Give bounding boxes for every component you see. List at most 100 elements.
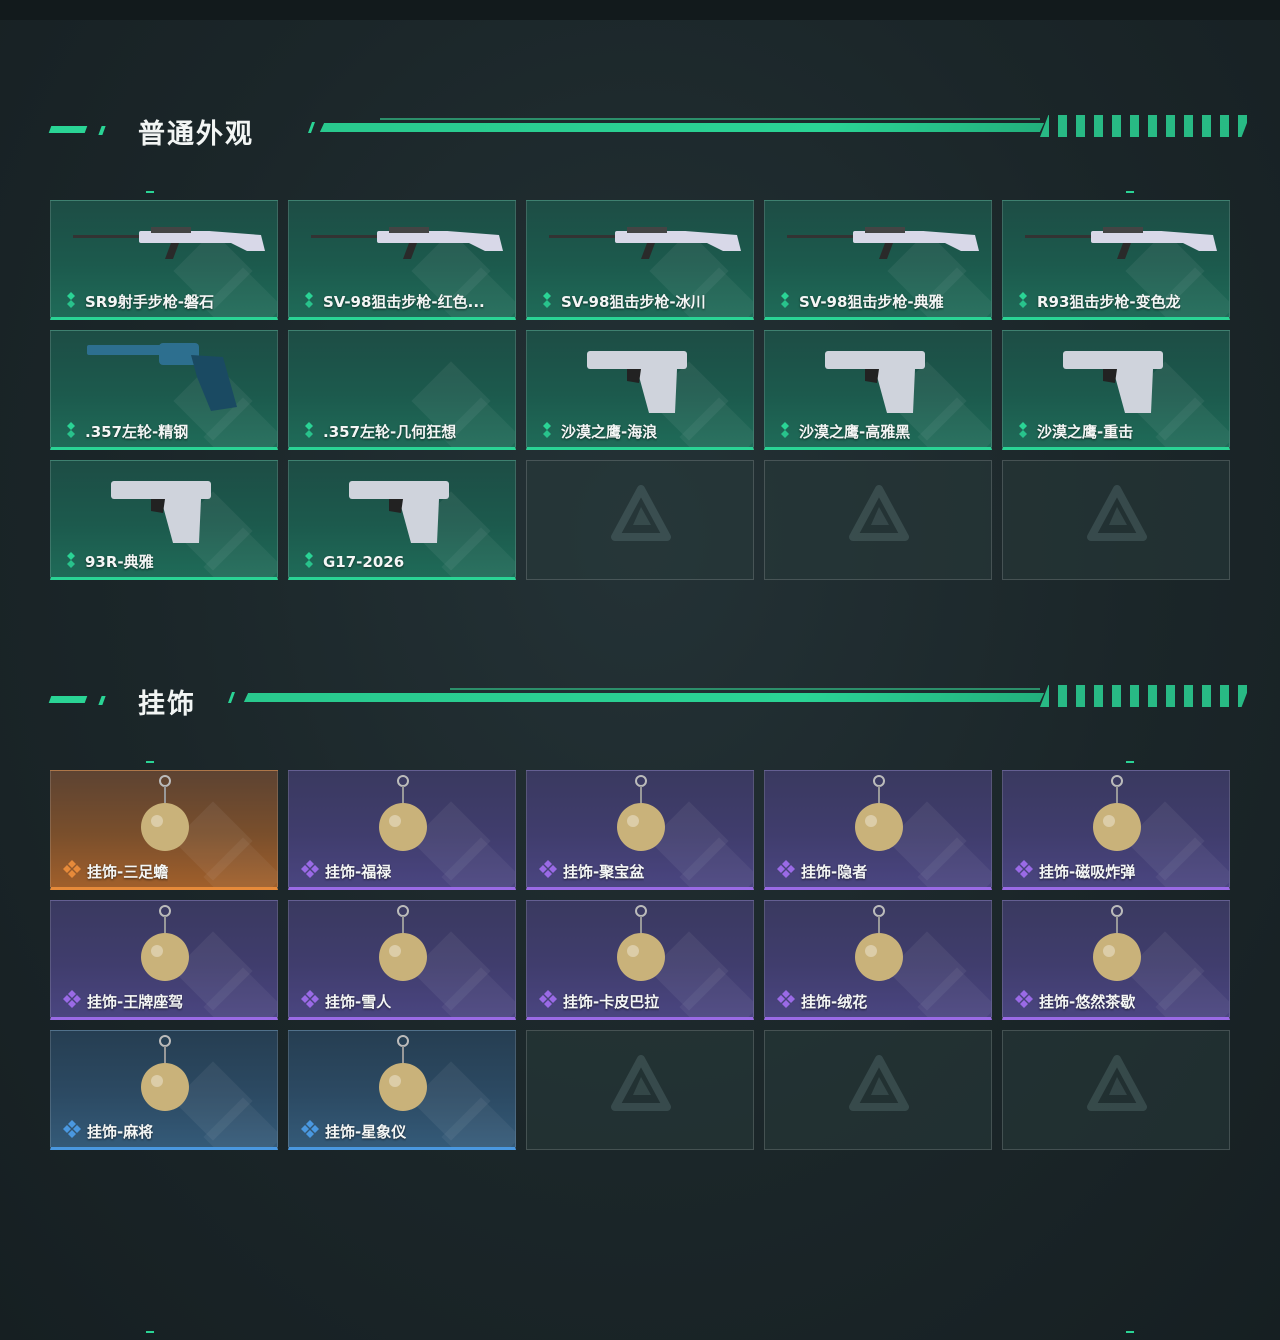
item-card[interactable]: 沙漠之鹰-海浪 bbox=[526, 330, 754, 450]
item-name: 挂饰-星象仪 bbox=[325, 1122, 407, 1141]
header-bar bbox=[319, 123, 1045, 132]
item-card[interactable]: SV-98狙击步枪-冰川 bbox=[526, 200, 754, 320]
item-card[interactable]: 挂饰-王牌座驾 bbox=[50, 900, 278, 1020]
game-logo-icon bbox=[1087, 485, 1147, 549]
item-card[interactable]: SV-98狙击步枪-红色... bbox=[288, 200, 516, 320]
empty-slot bbox=[764, 1030, 992, 1150]
item-label: R93狙击步枪-变色龙 bbox=[1015, 291, 1181, 312]
item-card[interactable]: 挂饰-聚宝盆 bbox=[526, 770, 754, 890]
rarity-icon bbox=[539, 990, 557, 1012]
item-label: SV-98狙击步枪-红色... bbox=[301, 291, 485, 312]
item-card[interactable]: 挂饰-绒花 bbox=[764, 900, 992, 1020]
pistol-icon bbox=[527, 331, 753, 419]
corner-marker bbox=[146, 191, 154, 193]
item-label: 93R-典雅 bbox=[63, 551, 154, 572]
empty-slot bbox=[1002, 460, 1230, 580]
item-name: R93狙击步枪-变色龙 bbox=[1037, 293, 1181, 311]
rarity-icon bbox=[1015, 990, 1033, 1012]
rifle-icon bbox=[527, 201, 753, 289]
item-label: .357左轮-几何狂想 bbox=[301, 421, 456, 442]
rarity-icon bbox=[777, 860, 795, 882]
item-label: 挂饰-绒花 bbox=[777, 990, 867, 1012]
section-title: 普通外观 bbox=[138, 119, 254, 150]
item-label: 沙漠之鹰-重击 bbox=[1015, 421, 1133, 442]
header-checker bbox=[1040, 115, 1250, 137]
item-card[interactable]: R93狙击步枪-变色龙 bbox=[1002, 200, 1230, 320]
rifle-icon bbox=[1003, 201, 1229, 289]
item-name: 沙漠之鹰-重击 bbox=[1037, 423, 1134, 441]
charm-icon bbox=[527, 901, 753, 989]
header-line bbox=[380, 118, 1040, 120]
rarity-icon bbox=[539, 291, 555, 312]
rarity-icon bbox=[301, 860, 319, 882]
header-accent bbox=[307, 122, 316, 133]
item-label: 挂饰-麻将 bbox=[63, 1120, 153, 1142]
rarity-icon bbox=[1015, 421, 1031, 442]
item-label: SR9射手步枪-磐石 bbox=[63, 291, 214, 312]
top-band bbox=[0, 0, 1280, 20]
game-logo-icon bbox=[611, 1055, 671, 1119]
section-header-charms: 挂饰 bbox=[48, 680, 1250, 720]
rarity-icon bbox=[777, 421, 793, 442]
empty-slot bbox=[764, 460, 992, 580]
charm-icon bbox=[51, 1031, 277, 1119]
item-card[interactable]: 挂饰-悠然茶歇 bbox=[1002, 900, 1230, 1020]
item-card[interactable]: SR9射手步枪-磐石 bbox=[50, 200, 278, 320]
rifle-icon bbox=[289, 201, 515, 289]
rarity-icon bbox=[63, 990, 81, 1012]
corner-marker bbox=[146, 1331, 154, 1333]
header-checker bbox=[1040, 685, 1250, 707]
rarity-icon bbox=[777, 990, 795, 1012]
item-label: 挂饰-雪人 bbox=[301, 990, 391, 1012]
item-card[interactable]: G17-2026 bbox=[288, 460, 516, 580]
item-label: 挂饰-三足蟾 bbox=[63, 860, 168, 882]
item-card[interactable]: .357左轮-精钢 bbox=[50, 330, 278, 450]
charm-icon bbox=[765, 901, 991, 989]
item-card[interactable]: 挂饰-星象仪 bbox=[288, 1030, 516, 1150]
item-card[interactable]: 沙漠之鹰-高雅黑 bbox=[764, 330, 992, 450]
item-label: 挂饰-隐者 bbox=[777, 860, 867, 882]
header-line bbox=[450, 688, 1040, 690]
item-name: G17-2026 bbox=[323, 553, 405, 571]
empty-slot bbox=[526, 460, 754, 580]
rarity-icon bbox=[301, 1120, 319, 1142]
item-card[interactable]: 挂饰-隐者 bbox=[764, 770, 992, 890]
item-name: 挂饰-三足蟾 bbox=[87, 862, 169, 881]
corner-marker bbox=[1126, 191, 1134, 193]
item-card[interactable]: 93R-典雅 bbox=[50, 460, 278, 580]
rarity-icon bbox=[1015, 291, 1031, 312]
item-label: .357左轮-精钢 bbox=[63, 421, 188, 442]
item-label: SV-98狙击步枪-冰川 bbox=[539, 291, 706, 312]
item-card[interactable]: 挂饰-福禄 bbox=[288, 770, 516, 890]
pistol-icon bbox=[51, 461, 277, 549]
empty-slot bbox=[1002, 1030, 1230, 1150]
section-header-skins: 普通外观 bbox=[48, 110, 1250, 150]
game-logo-icon bbox=[611, 485, 671, 549]
item-card[interactable]: .357左轮-几何狂想 bbox=[288, 330, 516, 450]
item-card[interactable]: 挂饰-麻将 bbox=[50, 1030, 278, 1150]
rarity-icon bbox=[301, 552, 317, 572]
item-name: 挂饰-麻将 bbox=[87, 1122, 154, 1141]
game-logo-icon bbox=[849, 485, 909, 549]
item-name: 挂饰-雪人 bbox=[325, 992, 392, 1011]
rarity-icon bbox=[777, 291, 793, 312]
item-card[interactable]: SV-98狙击步枪-典雅 bbox=[764, 200, 992, 320]
item-name: 93R-典雅 bbox=[85, 553, 154, 571]
item-card[interactable]: 挂饰-卡皮巴拉 bbox=[526, 900, 754, 1020]
item-name: 沙漠之鹰-高雅黑 bbox=[799, 423, 911, 441]
item-card[interactable]: 沙漠之鹰-重击 bbox=[1002, 330, 1230, 450]
rarity-icon bbox=[301, 421, 317, 442]
item-card[interactable]: 挂饰-三足蟾 bbox=[50, 770, 278, 890]
item-card[interactable]: 挂饰-磁吸炸弹 bbox=[1002, 770, 1230, 890]
item-name: SV-98狙击步枪-典雅 bbox=[799, 293, 944, 311]
pistol-icon bbox=[1003, 331, 1229, 419]
header-accent bbox=[98, 126, 106, 135]
corner-marker bbox=[146, 761, 154, 763]
item-card[interactable]: 挂饰-雪人 bbox=[288, 900, 516, 1020]
item-label: 挂饰-磁吸炸弹 bbox=[1015, 860, 1135, 882]
item-label: 挂饰-星象仪 bbox=[301, 1120, 406, 1142]
item-name: .357左轮-精钢 bbox=[85, 423, 189, 441]
rarity-icon bbox=[63, 860, 81, 882]
item-name: 挂饰-磁吸炸弹 bbox=[1039, 862, 1136, 881]
rarity-icon bbox=[539, 421, 555, 442]
